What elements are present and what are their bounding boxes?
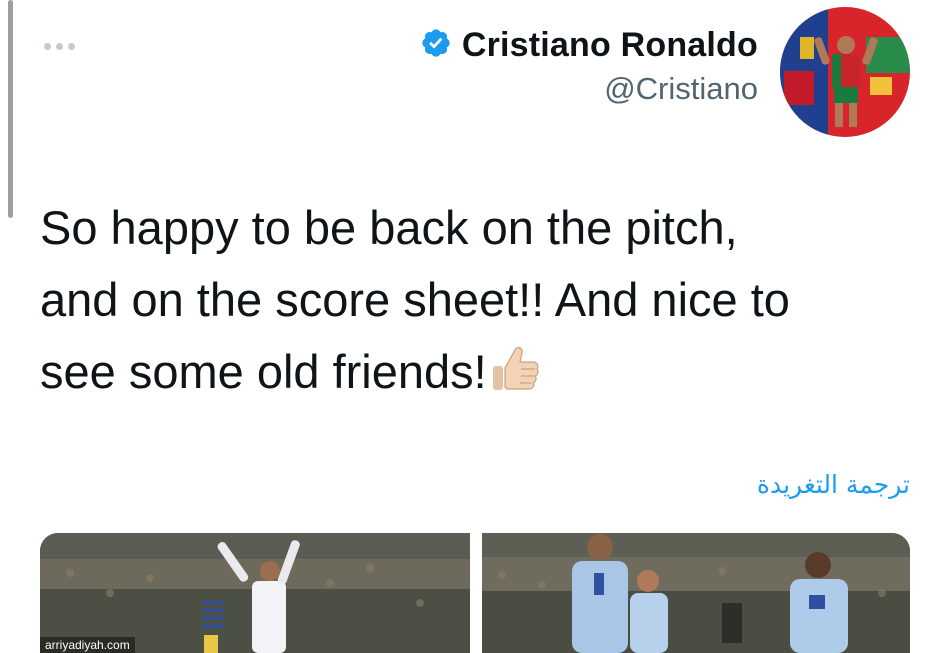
photo-right[interactable] — [482, 533, 910, 653]
watermark: arriyadiyah.com — [40, 637, 135, 653]
more-icon[interactable] — [44, 36, 75, 56]
thumbs-up-icon — [489, 342, 541, 414]
photo-left[interactable]: arriyadiyah.com — [40, 533, 470, 653]
scrollbar[interactable] — [8, 0, 13, 218]
tweet-header: Cristiano Ronaldo @Cristiano — [420, 26, 758, 107]
tweet-text-content: So happy to be back on the pitch, and on… — [40, 201, 790, 398]
author-handle[interactable]: @Cristiano — [420, 71, 758, 107]
tweet-text: So happy to be back on the pitch, and on… — [40, 192, 920, 414]
verified-badge-icon — [420, 27, 452, 64]
author-name[interactable]: Cristiano Ronaldo — [462, 26, 758, 65]
translate-tweet-link[interactable]: ترجمة التغريدة — [757, 470, 910, 499]
media-grid: arriyadiyah.com — [40, 533, 910, 653]
avatar[interactable] — [780, 7, 910, 137]
